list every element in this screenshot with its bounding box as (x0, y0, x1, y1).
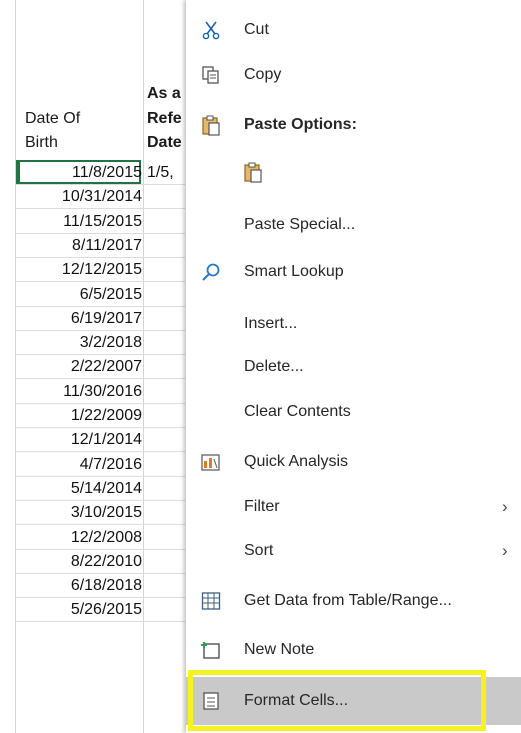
menu-item-smart-lookup[interactable]: Smart Lookup (186, 252, 521, 292)
menu-label: Quick Analysis (244, 453, 349, 470)
chevron-right-icon: › (502, 497, 508, 516)
menu-label: Copy (244, 66, 282, 83)
row-gutter (0, 0, 15, 733)
search-icon (200, 261, 222, 283)
date-cell[interactable]: 3/10/2015 (16, 500, 142, 525)
menu-item-delete[interactable]: Delete... (186, 347, 521, 387)
date-cell[interactable]: 12/1/2014 (16, 427, 142, 452)
menu-label: Smart Lookup (244, 263, 344, 280)
paste-clipboard-icon (242, 161, 264, 183)
menu-item-paste-special[interactable]: Paste Special... (186, 205, 521, 245)
date-cell[interactable]: 8/22/2010 (16, 549, 142, 574)
date-cell[interactable]: 10/31/2014 (16, 184, 142, 209)
table-icon (200, 590, 222, 612)
menu-label: Paste Options: (244, 116, 357, 133)
menu-item-sort[interactable]: Sort › (186, 531, 521, 571)
menu-label: Sort (244, 542, 274, 559)
date-cell[interactable]: 6/5/2015 (16, 282, 142, 307)
date-cell[interactable]: 2/22/2007 (16, 354, 142, 379)
menu-item-clear-contents[interactable]: Clear Contents (186, 392, 521, 432)
header-refe: Refe (147, 110, 182, 127)
menu-item-new-note[interactable]: New Note (186, 630, 521, 670)
context-menu: Cut Copy Paste Options: Paste Special...… (186, 0, 521, 733)
date-cell[interactable]: 11/15/2015 (16, 209, 142, 234)
menu-label: Get Data from Table/Range... (244, 592, 452, 609)
date-cell[interactable]: 6/19/2017 (16, 306, 142, 331)
chevron-right-icon: › (502, 541, 508, 560)
clipboard-icon (200, 114, 222, 136)
menu-label: Insert... (244, 315, 298, 332)
new-note-icon (200, 639, 222, 661)
date-cell[interactable]: 6/18/2018 (16, 573, 142, 598)
menu-item-insert[interactable]: Insert... (186, 304, 521, 344)
date-cell[interactable]: 11/30/2016 (16, 379, 142, 404)
date-cell[interactable]: 5/14/2014 (16, 476, 142, 501)
menu-item-quick-analysis[interactable]: Quick Analysis (186, 442, 521, 482)
scissors-icon (200, 19, 222, 41)
menu-label: New Note (244, 641, 315, 658)
date-cell[interactable]: 12/2/2008 (16, 525, 142, 550)
menu-label: Paste Special... (244, 216, 356, 233)
header-date-of: Date Of (25, 110, 81, 127)
menu-item-get-data[interactable]: Get Data from Table/Range... (186, 581, 521, 621)
menu-item-paste-options-header: Paste Options: (186, 105, 521, 145)
menu-label: Filter (244, 498, 280, 515)
menu-item-copy[interactable]: Copy (186, 55, 521, 95)
menu-label: Clear Contents (244, 403, 351, 420)
date-cell[interactable]: 8/11/2017 (16, 233, 142, 258)
row-divider (15, 621, 185, 622)
date-cell[interactable]: 3/2/2018 (16, 330, 142, 355)
date-cell[interactable]: 4/7/2016 (16, 452, 142, 477)
date-cell[interactable]: 5/26/2015 (16, 597, 142, 622)
menu-item-cut[interactable]: Cut (186, 10, 521, 50)
copy-icon (200, 64, 222, 86)
date-cell[interactable]: 11/8/2015 (16, 160, 142, 185)
menu-label: Cut (244, 21, 269, 38)
date-cell[interactable]: 12/12/2015 (16, 257, 142, 282)
header-as-a: As a (147, 85, 181, 102)
date-cell[interactable]: 1/22/2009 (16, 403, 142, 428)
menu-label: Delete... (244, 358, 304, 375)
column-line (143, 0, 144, 733)
header-date: Date (147, 134, 182, 151)
paste-option-button[interactable] (186, 152, 521, 192)
header-birth: Birth (25, 134, 58, 151)
partial-cell-value[interactable]: 1/5, (147, 160, 174, 185)
quick-analysis-icon (200, 451, 222, 473)
highlight-annotation-box (188, 670, 486, 731)
menu-item-filter[interactable]: Filter › (186, 487, 521, 527)
